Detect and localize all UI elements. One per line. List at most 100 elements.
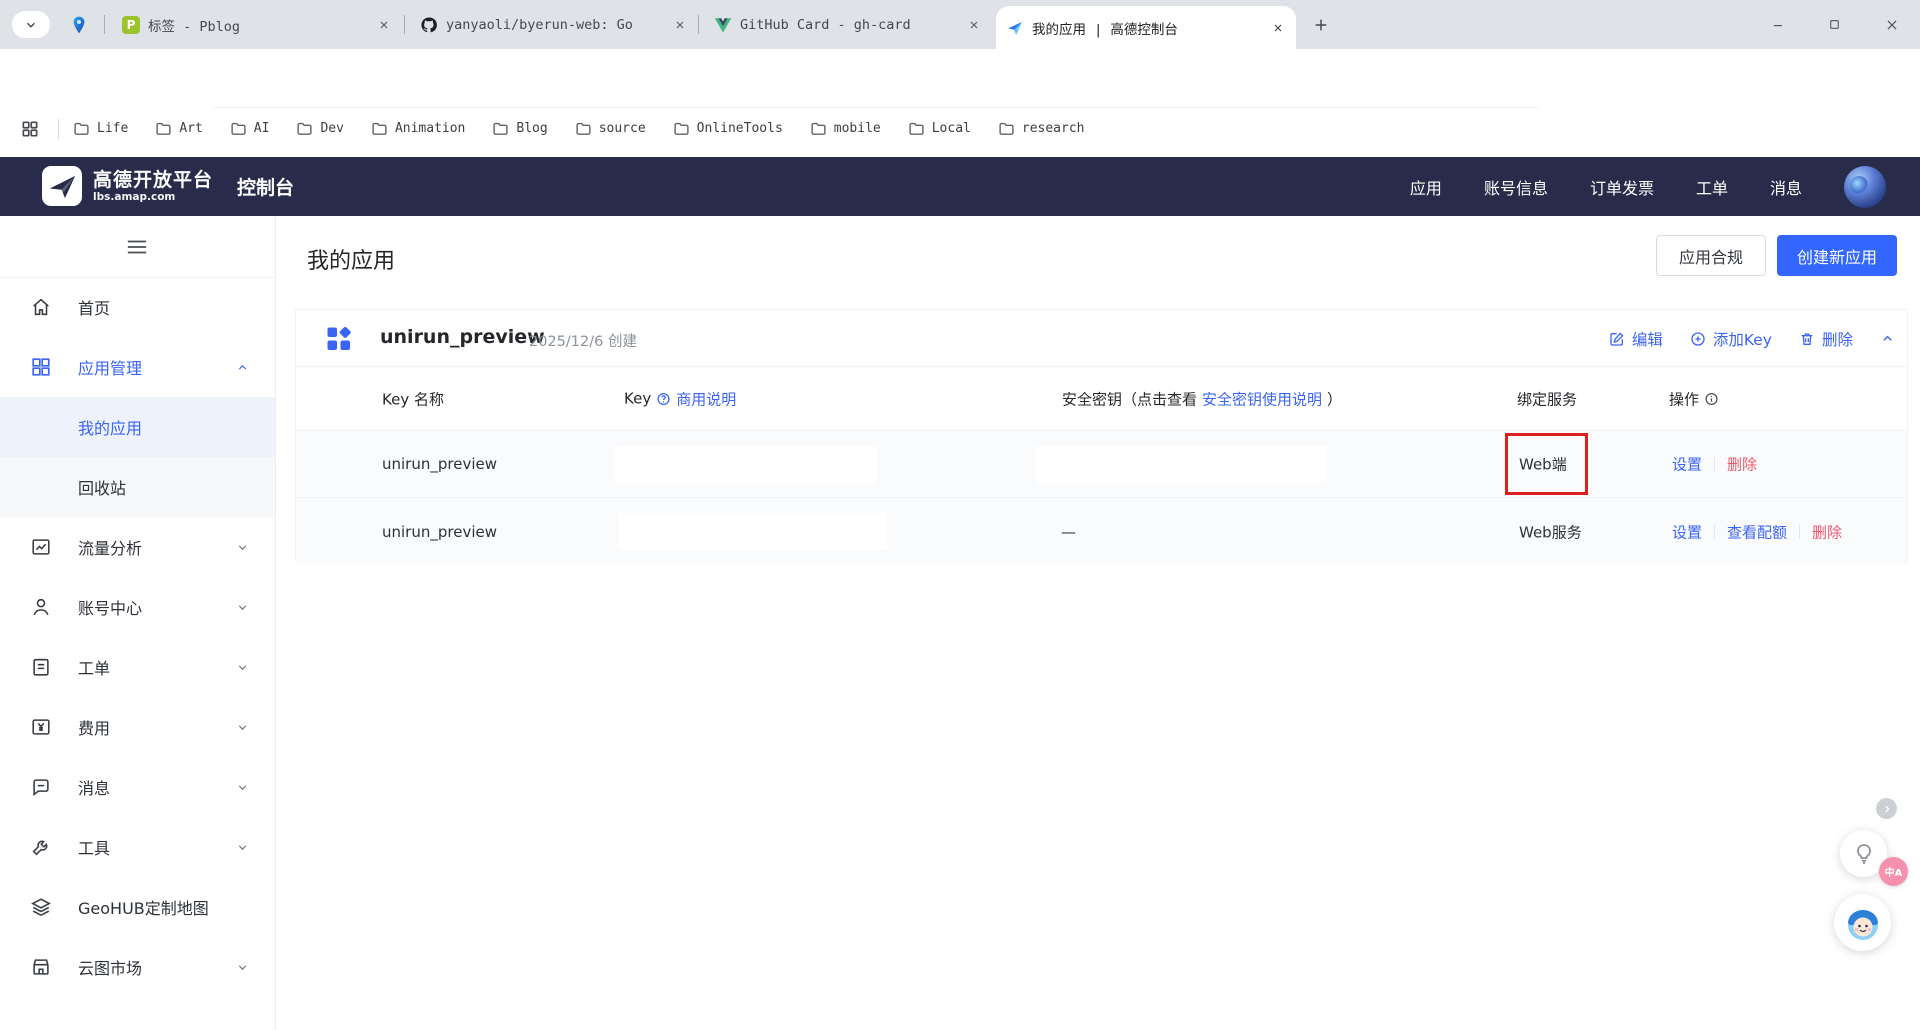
chevron-down-icon	[236, 841, 249, 854]
collapse-chevron-icon[interactable]	[1880, 331, 1895, 346]
sidebar-item-work-orders[interactable]: 工单	[0, 637, 275, 697]
tab-title: yanyaoli/byerun-web: Go	[446, 17, 663, 33]
col-secret: 安全密钥（点击查看安全密钥使用说明）	[1062, 388, 1342, 409]
nav-tickets[interactable]: 工单	[1696, 175, 1728, 199]
bookmark-folder-art[interactable]: Art	[155, 120, 202, 137]
chevron-down-icon	[236, 601, 249, 614]
maximize-button[interactable]	[1806, 0, 1863, 49]
settings-link[interactable]: 设置	[1672, 521, 1702, 542]
delete-key-link[interactable]: 删除	[1727, 454, 1757, 475]
pinned-tab-amap[interactable]	[66, 12, 92, 38]
map-pin-icon	[69, 15, 89, 35]
nav-messages[interactable]: 消息	[1770, 175, 1802, 199]
row-actions: 设置 查看配额 删除	[1672, 521, 1842, 542]
nav-account-info[interactable]: 账号信息	[1484, 175, 1548, 199]
app-compliance-button[interactable]: 应用合规	[1656, 235, 1766, 276]
sidebar-item-cloud-market[interactable]: 云图市场	[0, 937, 275, 997]
tab-ghcard[interactable]: GitHub Card - gh-card	[704, 0, 992, 49]
bookmark-folder-blog[interactable]: Blog	[492, 120, 547, 137]
tab-close-icon[interactable]	[1269, 19, 1286, 36]
sidebar-item-geohub[interactable]: GeoHUB定制地图	[0, 877, 275, 937]
apps-grid-icon[interactable]	[18, 117, 42, 141]
chevron-down-icon	[236, 961, 249, 974]
question-circle-icon[interactable]	[656, 391, 671, 406]
nav-apps[interactable]: 应用	[1410, 175, 1442, 199]
create-app-button[interactable]: 创建新应用	[1777, 235, 1897, 276]
bookmark-folder-source[interactable]: source	[575, 120, 646, 137]
new-tab-button[interactable]	[1308, 12, 1334, 38]
sidebar-item-account-center[interactable]: 账号中心	[0, 577, 275, 637]
bookmark-folder-life[interactable]: Life	[73, 120, 128, 137]
sidebar-collapse-button[interactable]	[126, 238, 148, 256]
trash-icon	[1799, 331, 1815, 347]
key-table-header: Key 名称 Key 商用说明 安全密钥（点击查看安全密钥使用说明） 绑定服务 …	[296, 367, 1907, 431]
view-quota-link[interactable]: 查看配额	[1727, 521, 1787, 542]
add-key-button[interactable]: 添加Key	[1690, 328, 1772, 350]
bookmark-folder-research[interactable]: research	[998, 120, 1085, 137]
folder-icon	[296, 120, 313, 137]
close-window-button[interactable]	[1863, 0, 1920, 49]
tab-github[interactable]: yanyaoli/byerun-web: Go	[410, 0, 698, 49]
folder-icon	[908, 120, 925, 137]
bookmark-folder-dev[interactable]: Dev	[296, 120, 343, 137]
clipboard-icon	[30, 656, 52, 678]
main-content: 我的应用 应用合规 创建新应用 unirun_preview 2025/12/6…	[277, 216, 1920, 1030]
home-icon	[30, 296, 52, 318]
sidebar-item-app-management[interactable]: 应用管理	[0, 337, 275, 397]
assistant-mascot-button[interactable]	[1834, 894, 1891, 951]
sidebar-item-fees[interactable]: 费用	[0, 697, 275, 757]
sidebar-item-home[interactable]: 首页	[0, 277, 275, 337]
bound-service: Web服务	[1519, 521, 1582, 542]
sidebar-item-my-apps[interactable]: 我的应用	[0, 397, 275, 457]
tab-close-icon[interactable]	[671, 16, 688, 33]
settings-link[interactable]: 设置	[1672, 454, 1702, 475]
bookmark-folder-animation[interactable]: Animation	[371, 120, 465, 137]
user-avatar[interactable]	[1844, 166, 1886, 208]
delete-app-button[interactable]: 删除	[1799, 328, 1853, 350]
key-value-redacted[interactable]	[619, 513, 887, 550]
page-title: 我的应用	[307, 243, 395, 275]
bookmark-folder-ai[interactable]: AI	[230, 120, 270, 137]
key-name: unirun_preview	[382, 455, 497, 473]
sidebar-item-recycle-bin[interactable]: 回收站	[0, 457, 275, 517]
app-card: unirun_preview 2025/12/6 创建 编辑 添加Key 删除	[295, 309, 1908, 562]
sidebar-item-messages[interactable]: 消息	[0, 757, 275, 817]
folder-icon	[155, 120, 172, 137]
bound-service: Web端	[1519, 454, 1567, 475]
tab-close-icon[interactable]	[965, 16, 982, 33]
bookmarks-bar: Life Art AI Dev Animation Blog source On…	[0, 108, 1920, 157]
info-circle-icon[interactable]	[1704, 391, 1719, 406]
tab-amap-console[interactable]: 我的应用 | 高德控制台	[996, 6, 1296, 49]
tab-pblog[interactable]: P 标签 - Pblog	[112, 0, 402, 49]
delete-key-link[interactable]: 删除	[1812, 521, 1842, 542]
sidebar-item-tools[interactable]: 工具	[0, 817, 275, 877]
bookmark-folder-onlinetools[interactable]: OnlineTools	[673, 120, 783, 137]
amap-logo[interactable]: 高德开放平台 lbs.amap.com	[42, 166, 213, 206]
pblog-favicon: P	[122, 16, 140, 34]
github-favicon	[420, 16, 438, 34]
mascot-icon	[1841, 901, 1885, 945]
collapse-widgets-button[interactable]	[1876, 798, 1897, 819]
bookmark-folder-local[interactable]: Local	[908, 120, 971, 137]
tab-title: 我的应用 | 高德控制台	[1032, 18, 1261, 38]
folder-icon	[673, 120, 690, 137]
key-value-redacted[interactable]	[615, 446, 877, 483]
edit-app-button[interactable]: 编辑	[1609, 328, 1663, 350]
row-actions: 设置 删除	[1672, 454, 1757, 475]
amap-favicon	[1006, 19, 1024, 37]
app-icon	[326, 326, 352, 352]
tab-search-button[interactable]	[12, 11, 50, 38]
secret-usage-link[interactable]: 安全密钥使用说明	[1202, 388, 1322, 409]
bookmark-folder-mobile[interactable]: mobile	[810, 120, 881, 137]
nav-invoices[interactable]: 订单发票	[1590, 175, 1654, 199]
app-name: unirun_preview	[380, 326, 545, 348]
translate-badge[interactable]: 中A	[1879, 857, 1908, 886]
sidebar-item-traffic-analysis[interactable]: 流量分析	[0, 517, 275, 577]
commercial-note-link[interactable]: 商用说明	[676, 388, 736, 409]
secret-value-redacted[interactable]	[1036, 446, 1327, 483]
secret-empty: —	[1061, 523, 1076, 541]
folder-icon	[575, 120, 592, 137]
minimize-button[interactable]	[1749, 0, 1806, 49]
console-nav-label[interactable]: 控制台	[237, 157, 294, 216]
tab-close-icon[interactable]	[375, 16, 392, 33]
